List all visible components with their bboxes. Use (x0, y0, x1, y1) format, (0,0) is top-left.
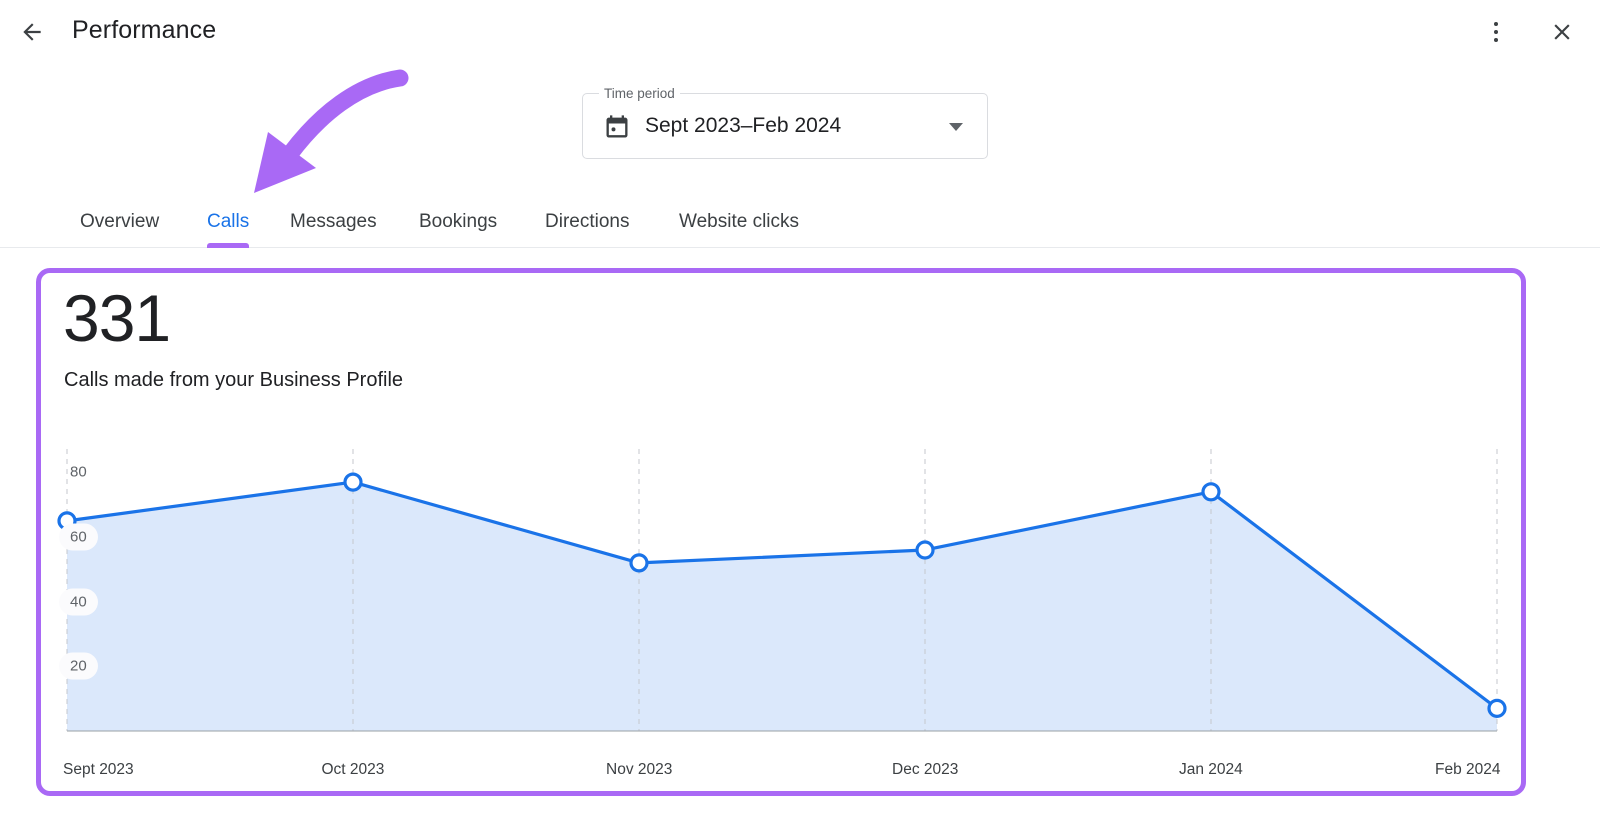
x-axis-tick: Jan 2024 (1179, 761, 1243, 779)
x-axis-tick: Sept 2023 (63, 761, 134, 779)
close-icon (1549, 19, 1575, 45)
x-axis-tick: Feb 2024 (1435, 761, 1501, 779)
x-axis-tick: Oct 2023 (322, 761, 385, 779)
tab-overview[interactable]: Overview (80, 196, 159, 248)
tab-bookings[interactable]: Bookings (419, 196, 497, 248)
more-vert-icon (1494, 22, 1499, 43)
x-axis-tick: Dec 2023 (892, 761, 958, 779)
chevron-down-icon (949, 123, 963, 131)
metric-value: 331 (63, 279, 170, 357)
arrow-left-icon (19, 19, 45, 45)
more-options-button[interactable] (1476, 12, 1516, 52)
y-axis-tick: 80 (59, 464, 98, 481)
curved-arrow-annotation-icon (228, 58, 438, 208)
top-bar-actions (1476, 12, 1582, 52)
calls-area-chart: 80 60 40 20 Sept 2023 Oct 2023 Nov 2023 Dec 20… (41, 443, 1521, 793)
chart-plot (41, 443, 1521, 793)
tab-bar: Overview Calls Messages Bookings Directi… (0, 196, 1600, 248)
metric-label: Calls made from your Business Profile (64, 369, 403, 392)
calendar-icon (603, 113, 631, 141)
top-app-bar: Performance (0, 0, 1600, 64)
calls-metric-card: 331 Calls made from your Business Profil… (36, 268, 1526, 796)
y-axis-tick: 40 (59, 588, 98, 615)
back-button[interactable] (14, 14, 50, 50)
tab-messages[interactable]: Messages (290, 196, 377, 248)
time-period-value: Sept 2023–Feb 2024 (645, 94, 841, 158)
y-axis-tick: 60 (59, 524, 98, 551)
tab-directions[interactable]: Directions (545, 196, 629, 248)
page-title: Performance (72, 16, 216, 45)
time-period-select[interactable]: Time period Sept 2023–Feb 2024 (582, 93, 988, 159)
x-axis-tick: Nov 2023 (606, 761, 672, 779)
tab-website-clicks[interactable]: Website clicks (679, 196, 799, 248)
tab-calls[interactable]: Calls (207, 196, 249, 248)
tab-active-indicator (207, 243, 249, 248)
performance-screen: Performance Time period Sept 2023–Feb 20… (0, 0, 1600, 832)
close-button[interactable] (1542, 12, 1582, 52)
y-axis-tick: 20 (59, 653, 98, 680)
